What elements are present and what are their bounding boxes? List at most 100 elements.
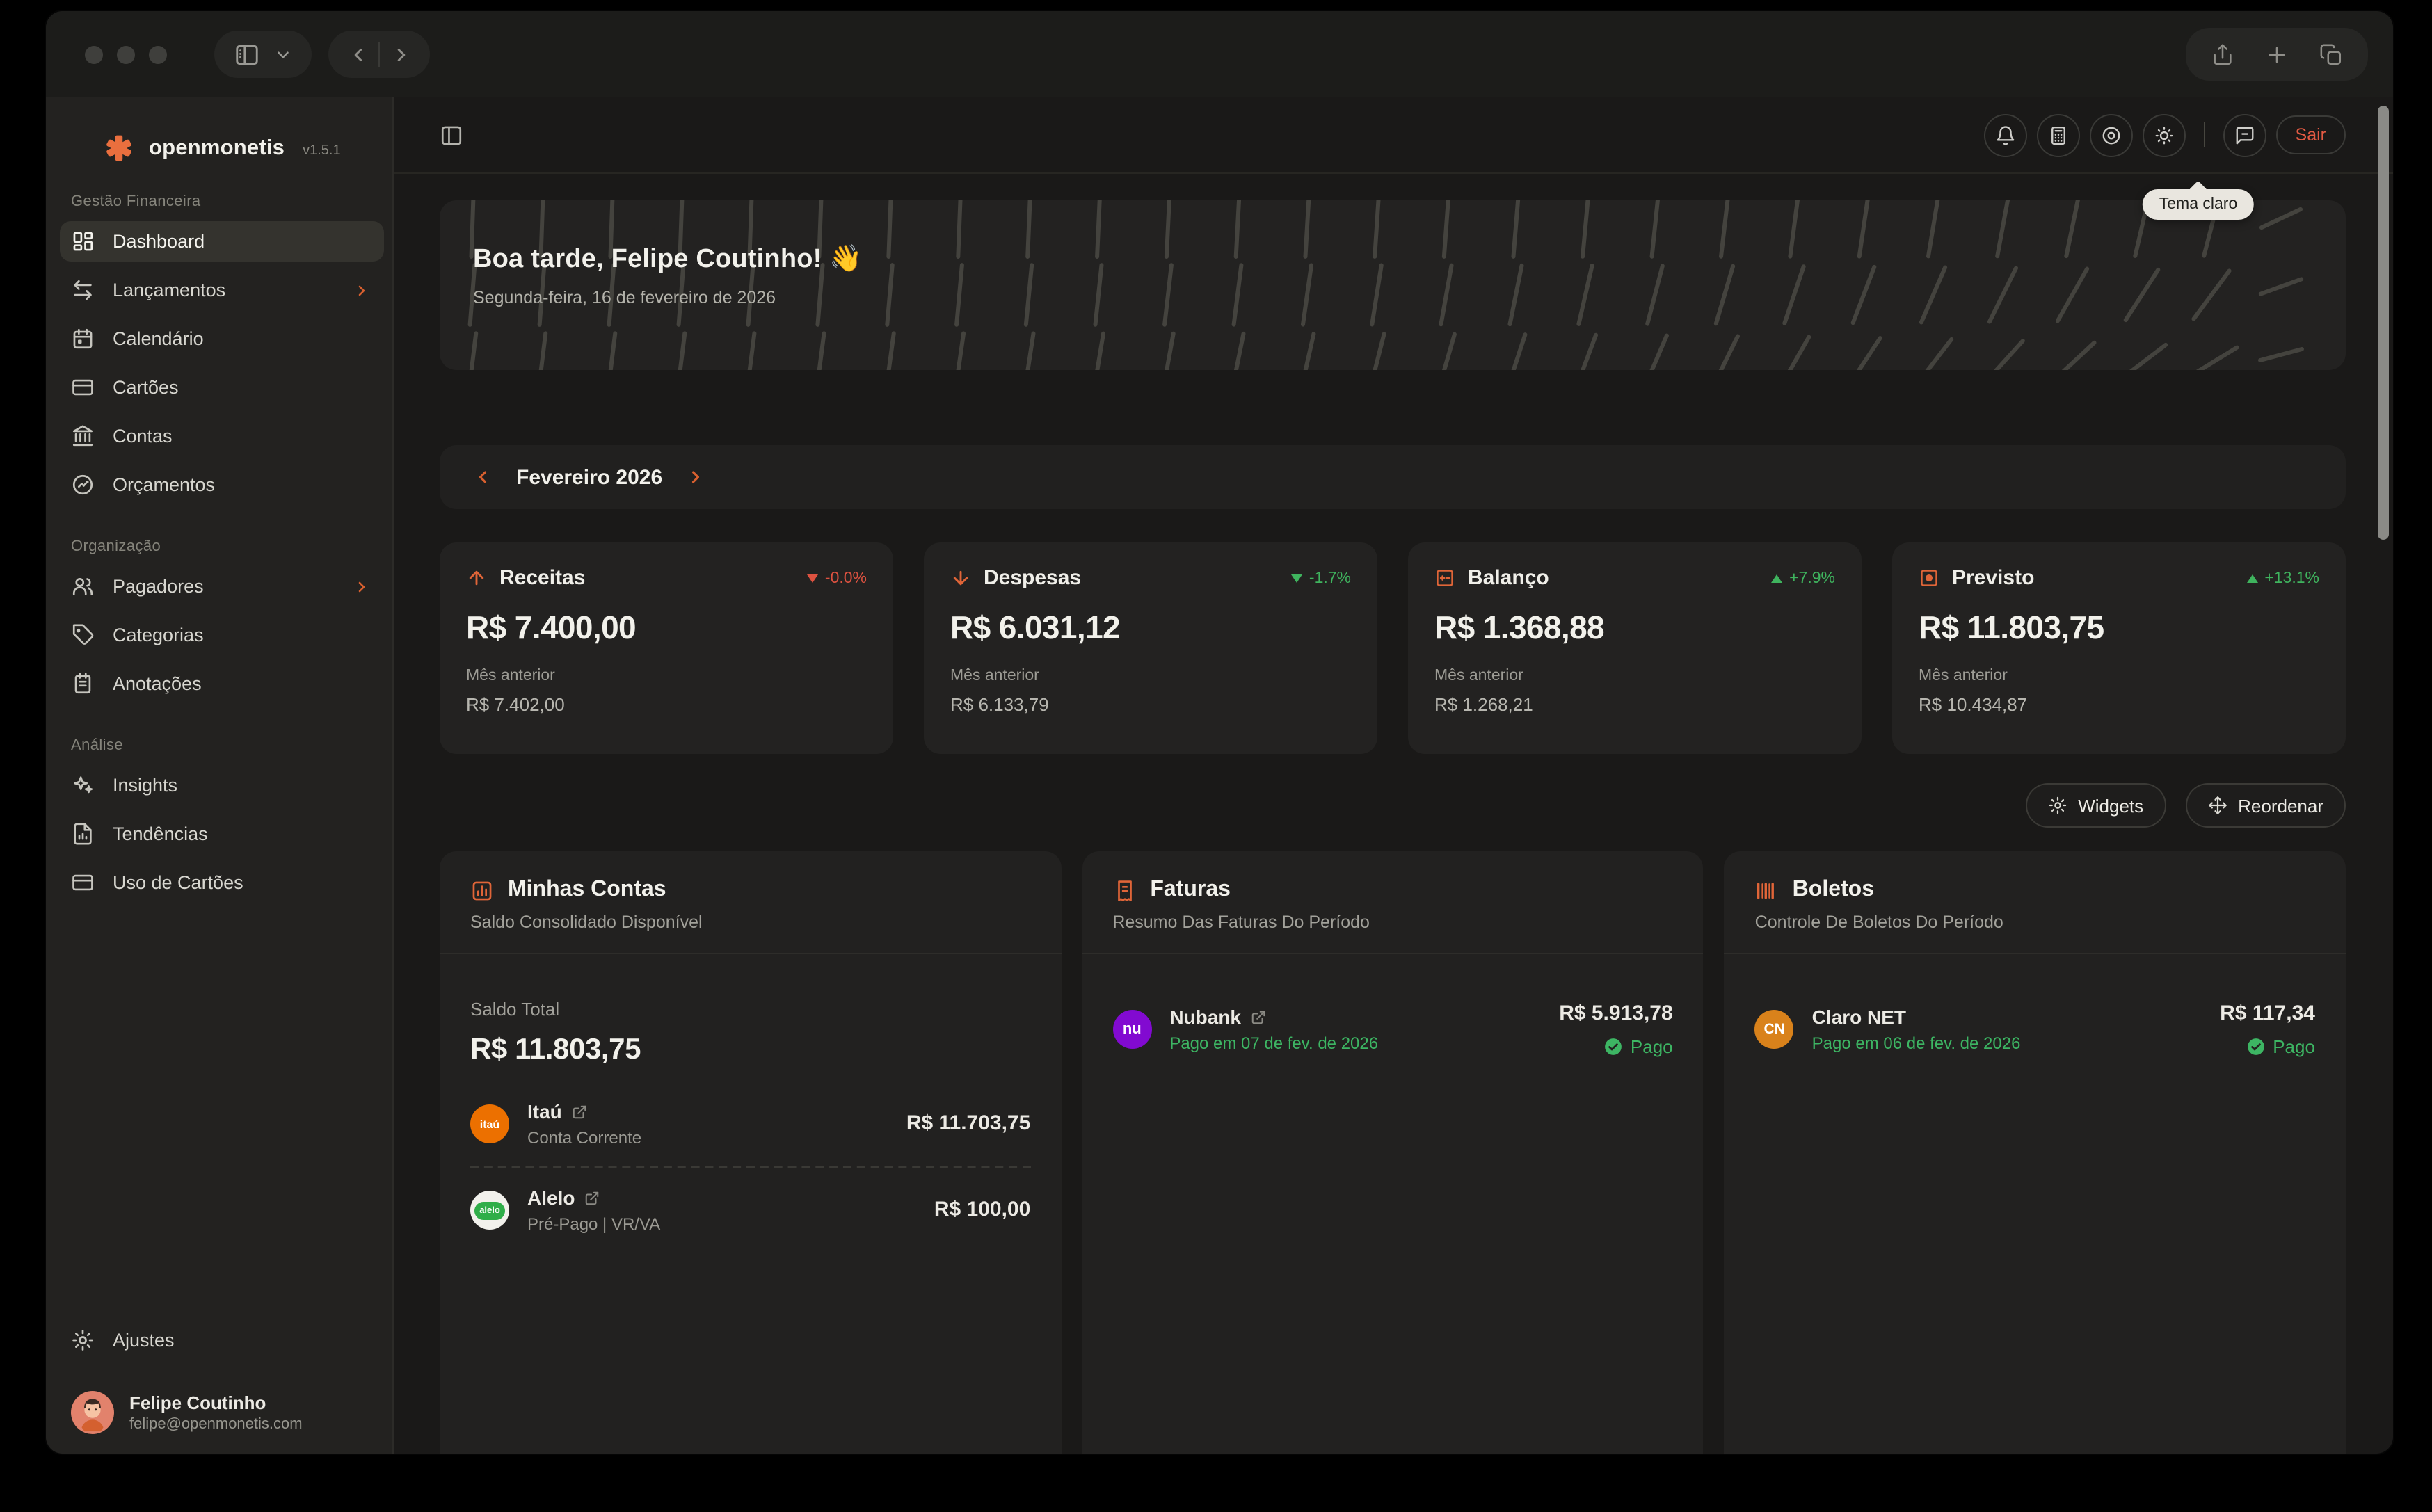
- history-nav: [328, 31, 430, 78]
- triangle-down-icon: [1291, 574, 1302, 582]
- arrow-down-icon: [950, 568, 971, 588]
- forward-button[interactable]: [380, 33, 422, 75]
- bill-row-claro-net[interactable]: CN Claro NET Pago em 06 de fev. de 2026 …: [1755, 1002, 2315, 1057]
- tag-icon: [71, 623, 95, 647]
- scrollbar[interactable]: [2378, 106, 2389, 540]
- new-tab-button[interactable]: [2265, 42, 2289, 66]
- main-area: Sair Tema claro Boa tarde, Felipe Coutin…: [394, 97, 2393, 1454]
- sidebar-item-label: Dashboard: [113, 231, 205, 252]
- collapse-sidebar-button[interactable]: [440, 123, 463, 147]
- sidebar-item-orcamentos[interactable]: Orçamentos: [60, 465, 384, 505]
- app-header: Sair: [394, 97, 2393, 174]
- chevron-down-icon: [274, 45, 292, 63]
- chevron-right-icon: [353, 282, 370, 298]
- triangle-up-icon: [2246, 574, 2257, 582]
- back-button[interactable]: [337, 33, 378, 75]
- invoice-amount: R$ 5.913,78: [1559, 1002, 1672, 1025]
- calculator-button[interactable]: [2037, 113, 2080, 156]
- stat-label: Despesas: [984, 566, 1081, 590]
- sidebar-item-anotacoes[interactable]: Anotações: [60, 663, 384, 704]
- stat-card-previsto: Previsto +13.1% R$ 11.803,75 Mês anterio…: [1892, 542, 2346, 754]
- bill-amount: R$ 117,34: [2220, 1002, 2315, 1025]
- bill-name: Claro NET: [1812, 1006, 1906, 1028]
- external-link-icon[interactable]: [572, 1104, 587, 1119]
- user-email: felipe@openmonetis.com: [129, 1416, 303, 1433]
- credit-card-icon: [71, 871, 95, 894]
- privacy-eye-button[interactable]: [2090, 113, 2133, 156]
- asterisk-logo-icon: [104, 134, 134, 163]
- sidebar-toggle-group[interactable]: [214, 31, 312, 78]
- divider: [2204, 122, 2205, 147]
- arrow-up-icon: [466, 568, 487, 588]
- widget-subtitle: Saldo Consolidado Disponível: [470, 912, 1030, 932]
- bar-chart-icon: [470, 878, 494, 902]
- sidebar-item-calendario[interactable]: Calendário: [60, 319, 384, 359]
- sidebar-item-label: Anotações: [113, 673, 202, 694]
- share-button[interactable]: [2211, 42, 2234, 66]
- widget-faturas: Faturas Resumo Das Faturas Do Período nu…: [1082, 851, 1703, 1454]
- file-chart-icon: [71, 822, 95, 846]
- prev-value: R$ 7.402,00: [466, 694, 867, 715]
- stat-label: Balanço: [1468, 566, 1549, 590]
- sidebar-item-insights[interactable]: Insights: [60, 765, 384, 805]
- panel-left-icon: [234, 41, 260, 67]
- sidebar-item-pagadores[interactable]: Pagadores: [60, 566, 384, 606]
- transactions-icon: [71, 278, 95, 302]
- bank-icon: [71, 424, 95, 448]
- invoice-row-nubank[interactable]: nu Nubank Pago em 07 de fev. de 2026 R$: [1112, 1002, 1672, 1057]
- close-window-button[interactable]: [85, 45, 103, 63]
- section-label-analise: Análise: [71, 737, 367, 754]
- external-link-icon[interactable]: [584, 1190, 600, 1205]
- feedback-button[interactable]: [2223, 113, 2266, 156]
- sidebar-item-categorias[interactable]: Categorias: [60, 615, 384, 655]
- widget-grid: Minhas Contas Saldo Consolidado Disponív…: [440, 851, 2346, 1454]
- total-balance-label: Saldo Total: [470, 999, 1030, 1020]
- sidebar-item-tendencias[interactable]: Tendências: [60, 814, 384, 854]
- nubank-logo: nu: [1112, 1010, 1151, 1049]
- sidebar-item-cartoes[interactable]: Cartões: [60, 367, 384, 408]
- sidebar-item-label: Tendências: [113, 823, 208, 844]
- sidebar-item-contas[interactable]: Contas: [60, 416, 384, 456]
- stat-card-receitas: Receitas -0.0% R$ 7.400,00 Mês anterior …: [440, 542, 893, 754]
- sidebar-item-label: Contas: [113, 426, 173, 447]
- check-circle-icon: [2246, 1038, 2264, 1056]
- previous-month-button[interactable]: [473, 467, 493, 487]
- app-version: v1.5.1: [303, 143, 341, 158]
- notes-icon: [71, 672, 95, 695]
- zoom-window-button[interactable]: [149, 45, 167, 63]
- account-row-itau[interactable]: itaú Itaú Conta Corrente R$ 11.703,75: [470, 1100, 1030, 1148]
- account-balance: R$ 11.703,75: [906, 1111, 1031, 1135]
- next-month-button[interactable]: [686, 467, 705, 487]
- reorder-button[interactable]: Reordenar: [2185, 783, 2346, 828]
- triangle-up-icon: [1771, 574, 1782, 582]
- status-badge: Pago: [1559, 1036, 1672, 1057]
- user-profile[interactable]: Felipe Coutinho felipe@openmonetis.com: [46, 1369, 392, 1437]
- change-badge: -0.0%: [807, 570, 867, 586]
- account-row-alelo[interactable]: alelo Alelo Pré-Pago | VR/VA R$ 100,00: [470, 1187, 1030, 1234]
- prev-label: Mês anterior: [950, 668, 1351, 684]
- sidebar-item-lancamentos[interactable]: Lançamentos: [60, 270, 384, 310]
- logout-button[interactable]: Sair: [2276, 115, 2346, 154]
- tab-overview-button[interactable]: [2319, 42, 2343, 66]
- sidebar-item-label: Insights: [113, 775, 177, 796]
- stat-card-despesas: Despesas -1.7% R$ 6.031,12 Mês anterior …: [924, 542, 1377, 754]
- theme-toggle-button[interactable]: [2143, 113, 2186, 156]
- app-name: openmonetis: [149, 136, 285, 161]
- sidebar-item-dashboard[interactable]: Dashboard: [60, 221, 384, 262]
- widget-title: Boletos: [1793, 878, 1874, 903]
- sidebar-item-ajustes[interactable]: Ajustes: [60, 1320, 384, 1360]
- stat-value: R$ 7.400,00: [466, 609, 867, 647]
- change-badge: +7.9%: [1771, 570, 1835, 586]
- sidebar: openmonetis v1.5.1 Gestão Financeira Das…: [46, 97, 394, 1454]
- minimize-window-button[interactable]: [117, 45, 135, 63]
- external-link-icon[interactable]: [1251, 1009, 1266, 1024]
- status-badge: Pago: [2220, 1036, 2315, 1057]
- stat-value: R$ 11.803,75: [1919, 609, 2319, 647]
- users-icon: [71, 574, 95, 598]
- receipt-icon: [1112, 878, 1136, 902]
- widgets-button[interactable]: Widgets: [2025, 783, 2166, 828]
- sidebar-item-label: Orçamentos: [113, 474, 215, 495]
- sidebar-item-uso-de-cartoes[interactable]: Uso de Cartões: [60, 862, 384, 903]
- notifications-button[interactable]: [1984, 113, 2027, 156]
- dashboard-icon: [71, 230, 95, 253]
